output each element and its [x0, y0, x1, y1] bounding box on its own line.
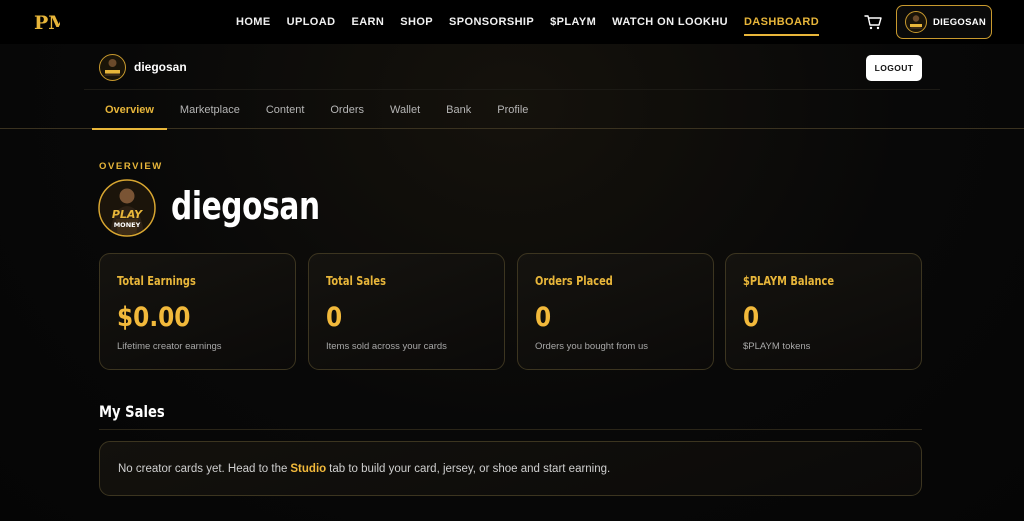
- nav-link-earn[interactable]: EARN: [351, 16, 384, 28]
- profile-avatar: PLAY MONEY: [98, 179, 156, 237]
- stat-card-total-earnings: Total Earnings $0.00 Lifetime creator ea…: [99, 253, 296, 370]
- avatar: [99, 54, 126, 81]
- tab-marketplace[interactable]: Marketplace: [167, 90, 253, 129]
- stat-card-playm-balance: $PLAYM Balance 0 $PLAYM tokens: [725, 253, 922, 370]
- stat-title: $PLAYM Balance: [743, 274, 835, 288]
- empty-text-start: No creator cards yet. Head to the: [118, 462, 288, 475]
- header-username: diegosan: [134, 60, 187, 74]
- logo-icon[interactable]: PM: [34, 10, 60, 34]
- studio-link[interactable]: Studio: [290, 463, 326, 475]
- stat-title: Orders Placed: [535, 274, 613, 288]
- stat-caption: Lifetime creator earnings: [117, 341, 222, 352]
- stat-value: 0: [326, 302, 343, 333]
- my-sales-title: My Sales: [99, 402, 165, 421]
- stat-value: 0: [743, 302, 760, 333]
- tab-profile[interactable]: Profile: [484, 90, 541, 129]
- svg-text:PM: PM: [34, 12, 60, 34]
- profile-name: diegosan: [171, 184, 320, 228]
- nav-link-dashboard[interactable]: DASHBOARD: [743, 16, 820, 36]
- tab-orders[interactable]: Orders: [317, 90, 377, 129]
- cart-icon[interactable]: [864, 14, 882, 30]
- user-menu-button[interactable]: DIEGOSAN: [896, 5, 992, 39]
- nav-link-shop[interactable]: SHOP: [400, 16, 433, 28]
- svg-text:MONEY: MONEY: [114, 221, 141, 229]
- user-pill-name: DIEGOSAN: [933, 16, 987, 28]
- main-nav: HOME UPLOAD EARN SHOP SPONSORSHIP $PLAYM…: [236, 0, 820, 44]
- logout-button[interactable]: LOGOUT: [866, 55, 922, 81]
- svg-text:PLAY: PLAY: [112, 208, 143, 221]
- stat-caption: Orders you bought from us: [535, 341, 648, 352]
- stat-caption: Items sold across your cards: [326, 341, 447, 352]
- tab-wallet[interactable]: Wallet: [377, 90, 433, 129]
- stat-value: 0: [535, 302, 552, 333]
- nav-link-watch-on-lookhu[interactable]: WATCH ON LOOKHU: [612, 16, 728, 28]
- stat-title: Total Sales: [326, 274, 386, 288]
- stat-value: $0.00: [117, 302, 191, 333]
- nav-link-playm[interactable]: $PLAYM: [550, 16, 596, 28]
- top-nav: PM HOME UPLOAD EARN SHOP SPONSORSHIP $PL…: [0, 0, 1024, 44]
- stat-caption: $PLAYM tokens: [743, 341, 811, 352]
- tab-content[interactable]: Content: [253, 90, 318, 129]
- nav-link-upload[interactable]: UPLOAD: [287, 16, 336, 28]
- stat-card-orders-placed: Orders Placed 0 Orders you bought from u…: [517, 253, 714, 370]
- avatar: [905, 11, 927, 33]
- tab-bank[interactable]: Bank: [433, 90, 484, 129]
- divider: [99, 429, 922, 430]
- nav-link-sponsorship[interactable]: SPONSORSHIP: [449, 16, 534, 28]
- profile-header: diegosan LOGOUT: [84, 44, 940, 90]
- stat-card-total-sales: Total Sales 0 Items sold across your car…: [308, 253, 505, 370]
- nav-link-home[interactable]: HOME: [236, 16, 271, 28]
- dashboard-tabs: Overview Marketplace Content Orders Wall…: [0, 90, 1024, 130]
- section-eyebrow: OVERVIEW: [99, 161, 163, 172]
- stat-title: Total Earnings: [117, 274, 196, 288]
- sales-empty-state: No creator cards yet. Head to the Studio…: [99, 441, 922, 496]
- tab-overview[interactable]: Overview: [92, 90, 167, 130]
- empty-text-end: tab to build your card, jersey, or shoe …: [329, 462, 611, 475]
